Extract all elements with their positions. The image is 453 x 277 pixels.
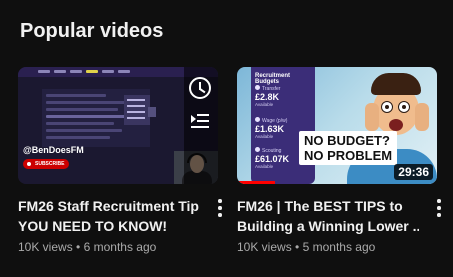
video-info: 10K views • 5 months ago [237, 240, 419, 254]
subscribe-badge: SUBSCRIBE [23, 159, 70, 169]
video-title[interactable]: FM26 Staff Recruitment Tip YOU NEED TO K… [18, 196, 200, 236]
budget-panel: Recruitment Budgets Transfer £2.8K Avail… [251, 67, 315, 184]
upload-age: 6 months ago [83, 240, 157, 254]
video-thumbnail[interactable]: Recruitment Budgets Transfer £2.8K Avail… [237, 67, 437, 184]
view-count: 10K views [18, 240, 73, 254]
budget-panel-title: Recruitment Budgets [255, 73, 291, 85]
thumbnail-dropdown [124, 95, 150, 125]
budget-item: Scouting £61.07K Available [255, 147, 290, 169]
section-title: Popular videos [20, 20, 164, 42]
upload-age: 5 months ago [302, 240, 376, 254]
video-card[interactable]: Recruitment Budgets Transfer £2.8K Avail… [237, 67, 441, 254]
more-options-icon[interactable] [433, 199, 445, 217]
watch-progress-bar [237, 181, 275, 184]
thumbnail-caption: NO BUDGET? NO PROBLEM [299, 131, 398, 165]
add-to-queue-icon[interactable] [191, 113, 209, 131]
budget-item: Wage (p/w) £1.63K Available [255, 117, 288, 139]
more-options-icon[interactable] [214, 199, 226, 217]
thumbnail-graphic [148, 107, 156, 117]
duration-badge: 29:36 [394, 164, 433, 180]
video-info: 10K views • 6 months ago [18, 240, 200, 254]
video-thumbnail[interactable]: @BenDoesFM SUBSCRIBE [18, 67, 218, 184]
separator: • [295, 240, 303, 254]
separator: • [76, 240, 84, 254]
video-title[interactable]: FM26 | The BEST TIPS to Building a Winni… [237, 196, 419, 236]
video-meta: FM26 Staff Recruitment Tip YOU NEED TO K… [18, 196, 222, 254]
channel-handle: @BenDoesFM [23, 145, 84, 155]
video-card[interactable]: @BenDoesFM SUBSCRIBE FM26 Staff Recruitm… [18, 67, 222, 254]
budget-item: Transfer £2.8K Available [255, 85, 281, 107]
watch-later-icon[interactable] [189, 77, 211, 99]
view-count: 10K views [237, 240, 292, 254]
video-meta: FM26 | The BEST TIPS to Building a Winni… [237, 196, 441, 254]
